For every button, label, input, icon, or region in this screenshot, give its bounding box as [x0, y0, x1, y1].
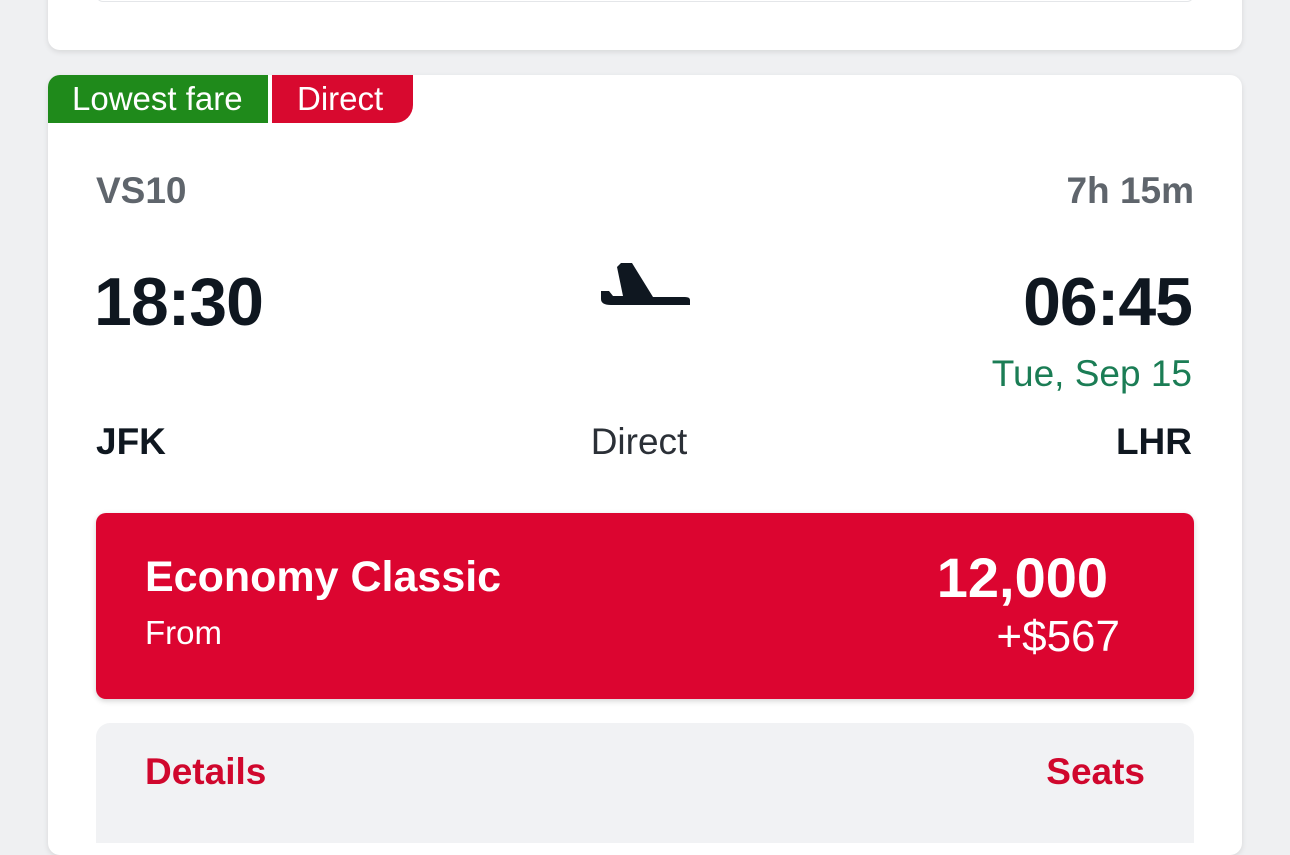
previous-card-divider [96, 0, 1194, 2]
card-actions: Details Seats [96, 723, 1194, 843]
fare-from-label: From [145, 614, 222, 651]
lowest-fare-badge: Lowest fare [48, 75, 268, 123]
fare-cash: +$567 [996, 612, 1120, 661]
flight-number: VS10 [96, 170, 187, 211]
economy-classic-fare-button[interactable]: Economy Classic From 12,000 +$567 [96, 513, 1194, 699]
plane-icon [601, 263, 690, 305]
arrival-time: 06:45 [1023, 264, 1193, 340]
badge-row: Lowest fare Direct [48, 75, 413, 123]
stops-label: Direct [590, 421, 688, 462]
arrival-airport-code: LHR [1115, 421, 1192, 462]
flight-duration: 7h 15m [1066, 170, 1194, 211]
direct-badge: Direct [272, 75, 413, 123]
arrival-date: Tue, Sep 15 [991, 353, 1192, 394]
fare-points: 12,000 [936, 546, 1108, 609]
departure-time: 18:30 [94, 264, 264, 340]
flight-card[interactable]: Lowest fare Direct VS10 7h 15m 18:30 06:… [48, 75, 1242, 855]
seats-link[interactable]: Seats [1046, 751, 1145, 793]
details-link[interactable]: Details [145, 751, 266, 793]
previous-flight-card [48, 0, 1242, 50]
fare-class-name: Economy Classic [145, 553, 502, 601]
